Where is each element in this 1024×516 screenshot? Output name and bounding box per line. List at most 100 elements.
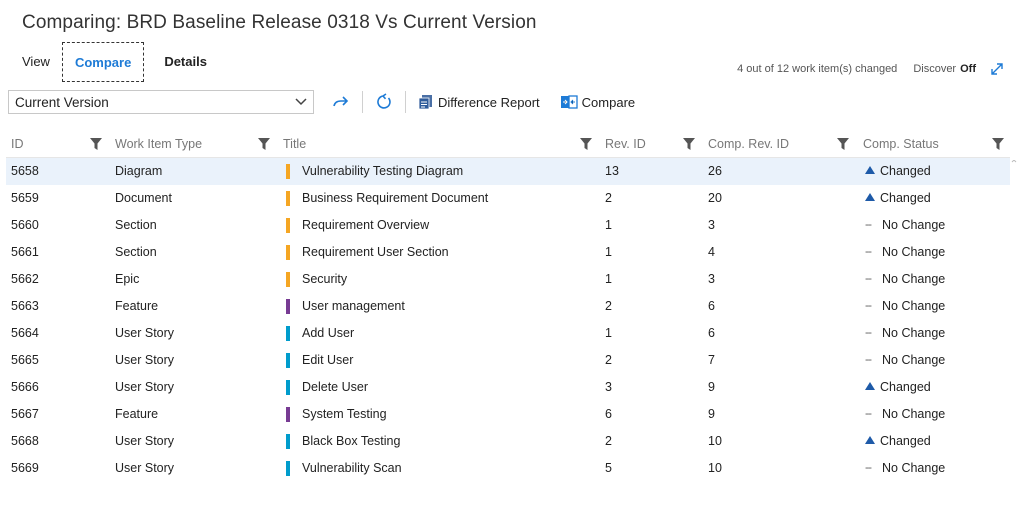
cell-rev-id: 1 [605,245,612,259]
table-row[interactable]: 5664 User Story Add User 1 6 -- No Change [6,320,1010,347]
page-title: Comparing: BRD Baseline Release 0318 Vs … [22,12,537,33]
table-row[interactable]: 5658 Diagram Vulnerability Testing Diagram… [6,158,1010,185]
redo-arrow-icon[interactable] [332,93,350,111]
type-color-bar [286,326,290,341]
cell-type: User Story [115,461,175,475]
cell-title[interactable]: Requirement User Section [302,239,449,266]
report-icon [418,95,432,110]
filter-icon[interactable] [837,138,849,150]
cell-type: User Story [115,326,175,340]
tab-details[interactable]: Details [152,42,219,82]
dash-icon: -- [865,217,872,232]
difference-report-label: Difference Report [438,94,540,110]
filter-icon[interactable] [258,138,270,150]
scrollbar[interactable] [1011,160,1017,490]
chevron-down-icon [295,98,307,106]
cell-id: 5664 [11,326,39,340]
filter-icon[interactable] [90,138,102,150]
tab-view[interactable]: View [10,42,62,82]
cell-title[interactable]: Vulnerability Testing Diagram [302,158,463,185]
cell-id: 5661 [11,245,39,259]
status-text: No Change [882,218,946,232]
table-row[interactable]: 5667 Feature System Testing 6 9 -- No Change [6,401,1010,428]
cell-title[interactable]: Business Requirement Document [302,185,488,212]
grid-header: ID Work Item Type Title Rev. ID Comp. Re… [6,130,1010,158]
type-color-bar [286,164,290,179]
filter-icon[interactable] [580,138,592,150]
cell-comp-rev-id: 3 [708,218,715,232]
dash-icon: -- [865,352,872,367]
cell-title[interactable]: Add User [302,320,354,347]
table-row[interactable]: 5663 Feature User management 2 6 -- No Change [6,293,1010,320]
cell-id: 5668 [11,434,39,448]
filter-icon[interactable] [683,138,695,150]
cell-title[interactable]: Delete User [302,374,368,401]
cell-title[interactable]: Edit User [302,347,353,374]
cell-title[interactable]: User management [302,293,405,320]
type-color-bar [286,434,290,449]
cell-title[interactable]: Vulnerability Scan [302,455,402,482]
cell-title[interactable]: Security [302,266,347,293]
cell-rev-id: 1 [605,326,612,340]
cell-title[interactable]: Black Box Testing [302,428,400,455]
difference-report-button[interactable]: Difference Report [418,94,540,110]
cell-comp-status: Changed [865,158,931,185]
triangle-up-icon [865,166,875,175]
cell-type: Feature [115,299,159,313]
table-row[interactable]: 5661 Section Requirement User Section 1 4 -- N… [6,239,1010,266]
status-text: No Change [882,461,946,475]
grid-body: 5658 Diagram Vulnerability Testing Diagram… [6,158,1010,482]
table-row[interactable]: 5659 Document Business Requirement Documen… [6,185,1010,212]
type-color-bar [286,191,290,206]
cell-type: Section [115,245,157,259]
compare-button[interactable]: Compare [560,94,635,110]
changed-count-text: 4 out of 12 work item(s) changed [737,63,898,75]
column-header-id[interactable]: ID [11,130,24,158]
cell-id: 5666 [11,380,39,394]
cell-comp-status: -- No Change [865,320,945,347]
cell-comp-rev-id: 6 [708,326,715,340]
triangle-up-icon [865,382,875,391]
table-row[interactable]: 5668 User Story Black Box Testing 2 10 Change… [6,428,1010,455]
table-row[interactable]: 5665 User Story Edit User 2 7 -- No Change [6,347,1010,374]
refresh-icon[interactable] [375,93,393,111]
tab-bar: View Compare Details [10,42,219,82]
cell-comp-rev-id: 10 [708,434,722,448]
table-row[interactable]: 5669 User Story Vulnerability Scan 5 10 -- No … [6,455,1010,482]
cell-rev-id: 1 [605,272,612,286]
discover-toggle[interactable]: Off [960,63,976,75]
column-header-title[interactable]: Title [283,130,306,158]
column-header-type[interactable]: Work Item Type [115,130,202,158]
status-text: Changed [880,191,931,205]
column-header-comp-status[interactable]: Comp. Status [863,130,939,158]
version-select[interactable]: Current Version [8,90,314,114]
cell-comp-status: -- No Change [865,293,945,320]
status-text: No Change [882,407,946,421]
dash-icon: -- [865,460,872,475]
table-row[interactable]: 5666 User Story Delete User 3 9 Changed [6,374,1010,401]
type-color-bar [286,218,290,233]
column-header-rev-id[interactable]: Rev. ID [605,130,646,158]
filter-icon[interactable] [992,138,1004,150]
expand-icon[interactable] [990,62,1004,76]
cell-comp-rev-id: 9 [708,407,715,421]
type-color-bar [286,299,290,314]
dash-icon: -- [865,298,872,313]
dash-icon: -- [865,271,872,286]
cell-rev-id: 2 [605,353,612,367]
type-color-bar [286,407,290,422]
table-row[interactable]: 5662 Epic Security 1 3 -- No Change [6,266,1010,293]
cell-id: 5669 [11,461,39,475]
cell-rev-id: 13 [605,164,619,178]
version-select-value: Current Version [15,94,109,110]
cell-id: 5659 [11,191,39,205]
cell-id: 5660 [11,218,39,232]
cell-comp-rev-id: 26 [708,164,722,178]
cell-title[interactable]: Requirement Overview [302,212,429,239]
tab-compare[interactable]: Compare [61,42,145,82]
cell-comp-status: Changed [865,374,931,401]
table-row[interactable]: 5660 Section Requirement Overview 1 3 -- No Ch… [6,212,1010,239]
cell-title[interactable]: System Testing [302,401,387,428]
summary-bar: 4 out of 12 work item(s) changed Discove… [737,62,1004,76]
column-header-comp-rev-id[interactable]: Comp. Rev. ID [708,130,789,158]
